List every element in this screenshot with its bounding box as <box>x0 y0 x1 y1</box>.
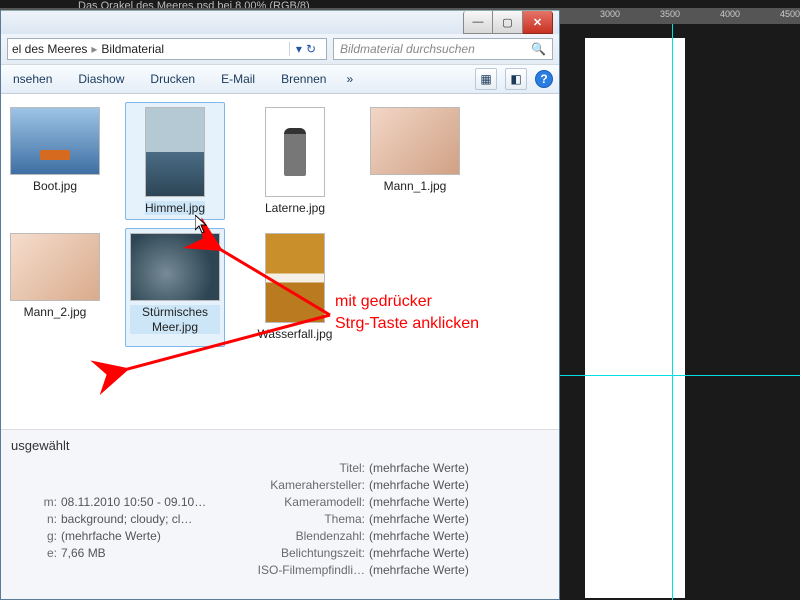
file-item[interactable]: Laterne.jpg <box>245 102 345 220</box>
view-options-button[interactable]: ▦ <box>475 68 497 90</box>
detail-label: Thema: <box>245 512 365 526</box>
detail-value: 7,66 MB <box>61 546 241 560</box>
detail-value: (mehrfache Werte) <box>369 563 549 577</box>
detail-value <box>61 461 241 475</box>
file-name: Stürmisches Meer.jpg <box>130 305 220 334</box>
detail-label: ISO-Filmempfindli… <box>245 563 365 577</box>
breadcrumb[interactable]: el des Meeres ▸ Bildmaterial ▾ ↻ <box>7 38 327 60</box>
file-thumbnail <box>10 233 100 301</box>
close-button[interactable]: ✕ <box>523 11 553 34</box>
help-button[interactable]: ? <box>535 70 553 88</box>
cursor-icon <box>195 215 209 235</box>
search-input[interactable]: Bildmaterial durchsuchen 🔍 <box>333 38 553 60</box>
detail-label <box>11 461 57 475</box>
toolbar-diashow[interactable]: Diashow <box>72 68 130 90</box>
detail-value <box>61 478 241 492</box>
detail-value <box>61 563 241 577</box>
detail-label <box>11 563 57 577</box>
detail-value: (mehrfache Werte) <box>369 495 549 509</box>
detail-label <box>11 478 57 492</box>
file-item[interactable]: Mann_1.jpg <box>365 102 465 220</box>
file-name: Wasserfall.jpg <box>258 327 333 341</box>
preview-pane-button[interactable]: ◧ <box>505 68 527 90</box>
detail-value: (mehrfache Werte) <box>369 461 549 475</box>
search-icon[interactable]: 🔍 <box>531 42 546 56</box>
chevron-right-icon: ▸ <box>91 42 97 56</box>
dropdown-icon[interactable]: ▾ <box>296 42 302 56</box>
detail-label: Titel: <box>245 461 365 475</box>
guide-vertical <box>672 24 673 600</box>
toolbar-brennen[interactable]: Brennen <box>275 68 332 90</box>
breadcrumb-part[interactable]: Bildmaterial <box>101 42 164 56</box>
ruler-mark: 4000 <box>720 9 740 19</box>
detail-value: (mehrfache Werte) <box>369 478 549 492</box>
file-item[interactable]: Stürmisches Meer.jpg <box>125 228 225 346</box>
breadcrumb-part[interactable]: el des Meeres <box>12 42 87 56</box>
detail-label: g: <box>11 529 57 543</box>
details-pane: usgewählt Titel: (mehrfache Werte) Kamer… <box>1 429 559 599</box>
window-titlebar[interactable]: — ▢ ✕ <box>1 10 559 34</box>
file-name: Himmel.jpg <box>145 201 205 215</box>
file-thumbnail <box>370 107 460 175</box>
detail-value: background; cloudy; cl… <box>61 512 241 526</box>
document-canvas <box>585 38 685 598</box>
file-item[interactable]: Boot.jpg <box>5 102 105 220</box>
file-name: Mann_2.jpg <box>24 305 87 319</box>
detail-label: Belichtungszeit: <box>245 546 365 560</box>
file-item[interactable]: Mann_2.jpg <box>5 228 105 346</box>
refresh-icon[interactable]: ↻ <box>306 42 316 56</box>
detail-value: (mehrfache Werte) <box>61 529 241 543</box>
detail-value: 08.11.2010 10:50 - 09.10… <box>61 495 241 509</box>
file-thumbnail <box>265 233 325 323</box>
selection-status: usgewählt <box>11 438 549 453</box>
explorer-window: — ▢ ✕ el des Meeres ▸ Bildmaterial ▾ ↻ B… <box>0 10 560 600</box>
toolbar-drucken[interactable]: Drucken <box>144 68 201 90</box>
address-row: el des Meeres ▸ Bildmaterial ▾ ↻ Bildmat… <box>1 34 559 64</box>
file-grid[interactable]: Boot.jpg Himmel.jpg Laterne.jpg Mann_1.j… <box>1 94 559 429</box>
file-item[interactable]: Wasserfall.jpg <box>245 228 345 346</box>
toolbar-ansehen[interactable]: nsehen <box>7 68 58 90</box>
file-name: Boot.jpg <box>33 179 77 193</box>
detail-value: (mehrfache Werte) <box>369 512 549 526</box>
ruler-mark: 4500 <box>780 9 800 19</box>
ruler-mark: 3500 <box>660 9 680 19</box>
host-app-tab-title: Das Orakel des Meeres.psd bei 8,00% (RGB… <box>78 0 310 8</box>
file-thumbnail <box>265 107 325 197</box>
search-placeholder: Bildmaterial durchsuchen <box>340 42 475 56</box>
detail-label: m: <box>11 495 57 509</box>
detail-value: (mehrfache Werte) <box>369 529 549 543</box>
file-name: Mann_1.jpg <box>384 179 447 193</box>
file-item[interactable]: Himmel.jpg <box>125 102 225 220</box>
ruler-mark: 3000 <box>600 9 620 19</box>
detail-label: n: <box>11 512 57 526</box>
detail-label: Blendenzahl: <box>245 529 365 543</box>
overflow-icon[interactable]: » <box>346 72 353 86</box>
file-thumbnail <box>10 107 100 175</box>
file-thumbnail <box>130 233 220 301</box>
detail-label: e: <box>11 546 57 560</box>
detail-label: Kameramodell: <box>245 495 365 509</box>
file-name: Laterne.jpg <box>265 201 325 215</box>
detail-label: Kamerahersteller: <box>245 478 365 492</box>
maximize-button[interactable]: ▢ <box>493 11 523 34</box>
detail-value: (mehrfache Werte) <box>369 546 549 560</box>
toolbar: nsehen Diashow Drucken E-Mail Brennen » … <box>1 64 559 94</box>
minimize-button[interactable]: — <box>463 11 493 34</box>
file-thumbnail <box>145 107 205 197</box>
toolbar-email[interactable]: E-Mail <box>215 68 261 90</box>
